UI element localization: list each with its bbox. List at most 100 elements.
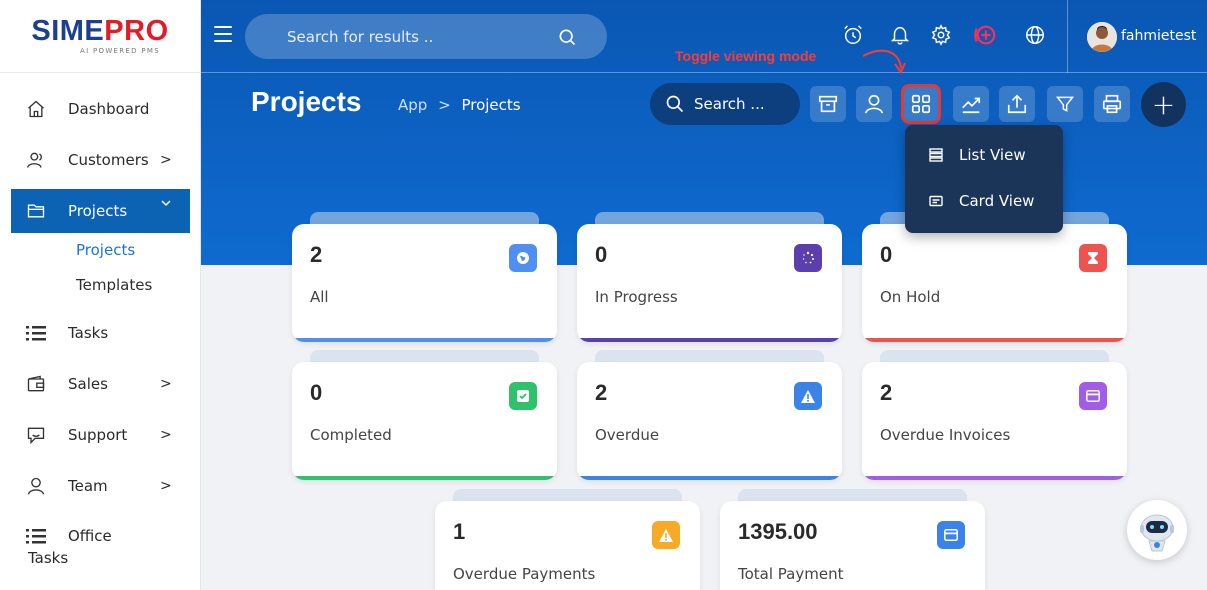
- card-view-option[interactable]: Card View: [905, 181, 1063, 221]
- list-icon: [25, 525, 47, 547]
- topbar-divider: [1067, 0, 1068, 73]
- stat-value: 0: [310, 380, 323, 405]
- home-icon: [25, 98, 47, 120]
- stat-label: Overdue Payments: [453, 565, 596, 583]
- stat-bar: [862, 338, 1127, 342]
- annotation-label: Toggle viewing mode: [675, 48, 906, 74]
- username[interactable]: fahmietest: [1121, 28, 1196, 44]
- upload-icon: [1007, 94, 1027, 114]
- global-search-input[interactable]: [287, 14, 547, 59]
- stat-value: 2: [880, 380, 893, 405]
- chatbot-launcher[interactable]: [1127, 500, 1187, 560]
- filter-icon: [1055, 96, 1075, 112]
- chevron-right-icon: >: [160, 478, 172, 494]
- stat-label: On Hold: [880, 288, 941, 306]
- menu-icon[interactable]: [214, 26, 232, 42]
- globe-icon[interactable]: [1023, 23, 1047, 47]
- stat-label: Total Payment: [738, 565, 844, 583]
- chat-icon: [25, 424, 47, 446]
- robot-icon: [1140, 514, 1174, 552]
- upload-button[interactable]: [999, 86, 1035, 122]
- breadcrumb-separator: >: [438, 96, 451, 114]
- sidebar: SIMEPRO AI POWERED PMS Dashboard Custome…: [0, 0, 201, 590]
- stat-bar: [292, 338, 557, 342]
- alarm-icon[interactable]: [841, 23, 865, 47]
- list-icon: [25, 322, 47, 344]
- chart-icon: [962, 97, 981, 114]
- stat-label: All: [310, 288, 329, 306]
- stat-value: 2: [310, 242, 323, 267]
- list-view-option[interactable]: List View: [905, 135, 1063, 175]
- add-circle-icon[interactable]: [973, 23, 997, 47]
- avatar[interactable]: [1087, 22, 1117, 52]
- logo-tagline: AI POWERED PMS: [80, 47, 160, 55]
- annotation-arrow-icon: [862, 49, 906, 74]
- stat-value: 2: [595, 380, 608, 405]
- print-button[interactable]: [1094, 86, 1130, 122]
- stat-bar: [577, 338, 842, 342]
- warning-icon: [652, 521, 680, 549]
- warning-icon: [794, 382, 822, 410]
- annotation-text: Toggle viewing mode: [675, 48, 817, 64]
- global-search: [245, 14, 607, 59]
- stat-value: 1: [453, 519, 466, 544]
- grid-view-icon: [911, 94, 931, 114]
- stat-bar: [292, 476, 557, 480]
- project-search: [650, 83, 800, 125]
- sidebar-item-label: Customers: [68, 151, 149, 169]
- stat-value: 1395.00: [738, 519, 818, 544]
- user-icon: [864, 94, 884, 114]
- gear-icon[interactable]: [929, 23, 953, 47]
- sidebar-item-sales[interactable]: Sales >: [0, 362, 190, 406]
- sidebar-item-team[interactable]: Team >: [0, 464, 190, 508]
- page-title: Projects: [251, 86, 362, 117]
- sidebar-item-label: Sales: [68, 375, 108, 393]
- stat-label: Overdue: [595, 426, 660, 444]
- chart-button[interactable]: [953, 86, 989, 122]
- sidebar-item-label: Support: [68, 426, 128, 444]
- chevron-right-icon: >: [160, 376, 172, 392]
- stat-label: Completed: [310, 426, 392, 444]
- card-view-icon: [929, 194, 943, 208]
- sidebar-item-support[interactable]: Support >: [0, 413, 190, 457]
- sidebar-item-label: Projects: [68, 202, 128, 220]
- chevron-down-icon: [160, 197, 172, 213]
- project-search-input[interactable]: [694, 83, 794, 125]
- sidebar-item-label-line1: Office: [68, 527, 112, 545]
- search-icon[interactable]: [557, 27, 577, 51]
- search-icon[interactable]: [665, 94, 685, 118]
- sidebar-subitem-projects[interactable]: Projects: [76, 241, 135, 259]
- list-view-icon: [929, 148, 943, 162]
- chevron-right-icon: >: [160, 427, 172, 443]
- sidebar-subitem-templates[interactable]: Templates: [76, 276, 152, 294]
- print-icon: [1102, 94, 1122, 114]
- sidebar-item-projects[interactable]: Projects: [11, 189, 190, 233]
- archive-icon: [818, 95, 838, 113]
- sidebar-item-label-line2: Tasks: [28, 549, 69, 567]
- sidebar-item-dashboard[interactable]: Dashboard: [0, 87, 190, 131]
- card-icon: [937, 521, 965, 549]
- sidebar-item-label: Dashboard: [68, 100, 150, 118]
- add-project-button[interactable]: +: [1141, 82, 1186, 127]
- filter-button[interactable]: [1047, 86, 1083, 122]
- logo-text-sime: SIME: [31, 15, 105, 47]
- sidebar-item-tasks[interactable]: Tasks: [0, 311, 190, 355]
- breadcrumb: App > Projects: [398, 96, 521, 114]
- stat-label: In Progress: [595, 288, 678, 306]
- stat-bar: [862, 476, 1127, 480]
- card-icon: [1079, 382, 1107, 410]
- sidebar-item-office-tasks[interactable]: Office Tasks: [0, 515, 190, 575]
- archive-button[interactable]: [810, 86, 846, 122]
- logo[interactable]: SIMEPRO AI POWERED PMS: [0, 0, 200, 73]
- folder-icon: [25, 200, 47, 222]
- stat-value: 0: [880, 242, 893, 267]
- toggle-view-button[interactable]: [901, 84, 941, 124]
- stat-bar: [577, 476, 842, 480]
- user-filter-button[interactable]: [856, 86, 892, 122]
- breadcrumb-root[interactable]: App: [398, 96, 427, 114]
- logo-text-pro: PRO: [104, 15, 169, 47]
- sidebar-item-customers[interactable]: Customers >: [0, 138, 190, 182]
- card-view-label: Card View: [959, 192, 1035, 210]
- check-icon: [509, 382, 537, 410]
- bell-icon[interactable]: [888, 23, 912, 47]
